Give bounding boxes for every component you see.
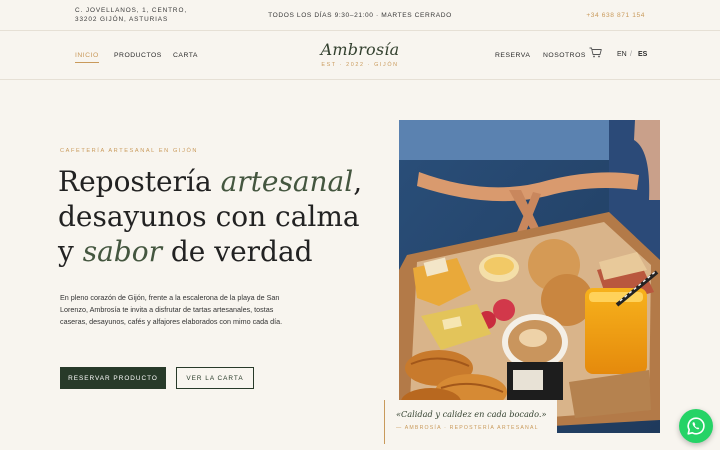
- brand-tagline: EST · 2022 · GIJÓN: [321, 62, 399, 68]
- cart-icon[interactable]: [589, 47, 602, 58]
- lang-es[interactable]: ES: [638, 51, 647, 58]
- headline-accent-artesanal: artesanal: [220, 165, 354, 198]
- brand-logo: Ambrosía EST · 2022 · GIJÓN: [0, 40, 720, 68]
- main-nav: INICIO PRODUCTOS CARTA Ambrosía EST · 20…: [0, 31, 720, 80]
- hero-photo: [399, 120, 660, 433]
- quote-text: «Calidad y calidez en cada bocado.»: [396, 409, 547, 419]
- hero-headline: Repostería artesanal, desayunos con calm…: [58, 164, 368, 269]
- nav-reserva[interactable]: RESERVA: [495, 52, 530, 59]
- whatsapp-icon: [687, 417, 705, 435]
- hero-description: En pleno corazón de Gijón, frente a la e…: [60, 293, 283, 326]
- view-menu-button[interactable]: VER LA CARTA: [176, 367, 254, 389]
- quote-signature: — AMBROSÍA · REPOSTERÍA ARTESANAL: [396, 425, 539, 431]
- lang-separator: /: [630, 51, 632, 58]
- headline-part: ,: [353, 165, 363, 198]
- reserve-product-button[interactable]: RESERVAR PRODUCTO: [60, 367, 166, 389]
- lang-en[interactable]: EN: [617, 51, 627, 58]
- headline-part: Repostería: [58, 165, 221, 198]
- headline-part: de verdad: [161, 235, 313, 268]
- quote-card: «Calidad y calidez en cada bocado.» — AM…: [384, 400, 557, 444]
- nav-nosotros[interactable]: NOSOTROS: [543, 52, 586, 59]
- headline-part: y: [58, 235, 83, 268]
- top-info-bar: C. JOVELLANOS, 1, CENTRO, 33202 GIJÓN, A…: [0, 0, 720, 31]
- hero-eyebrow: CAFETERÍA ARTESANAL EN GIJÓN: [60, 148, 199, 154]
- phone-link[interactable]: +34 638 871 154: [586, 12, 645, 19]
- headline-line-2: desayunos con calma: [58, 200, 360, 233]
- brand-name[interactable]: Ambrosía: [0, 40, 720, 59]
- whatsapp-button[interactable]: [679, 409, 713, 443]
- headline-accent-sabor: sabor: [82, 235, 162, 268]
